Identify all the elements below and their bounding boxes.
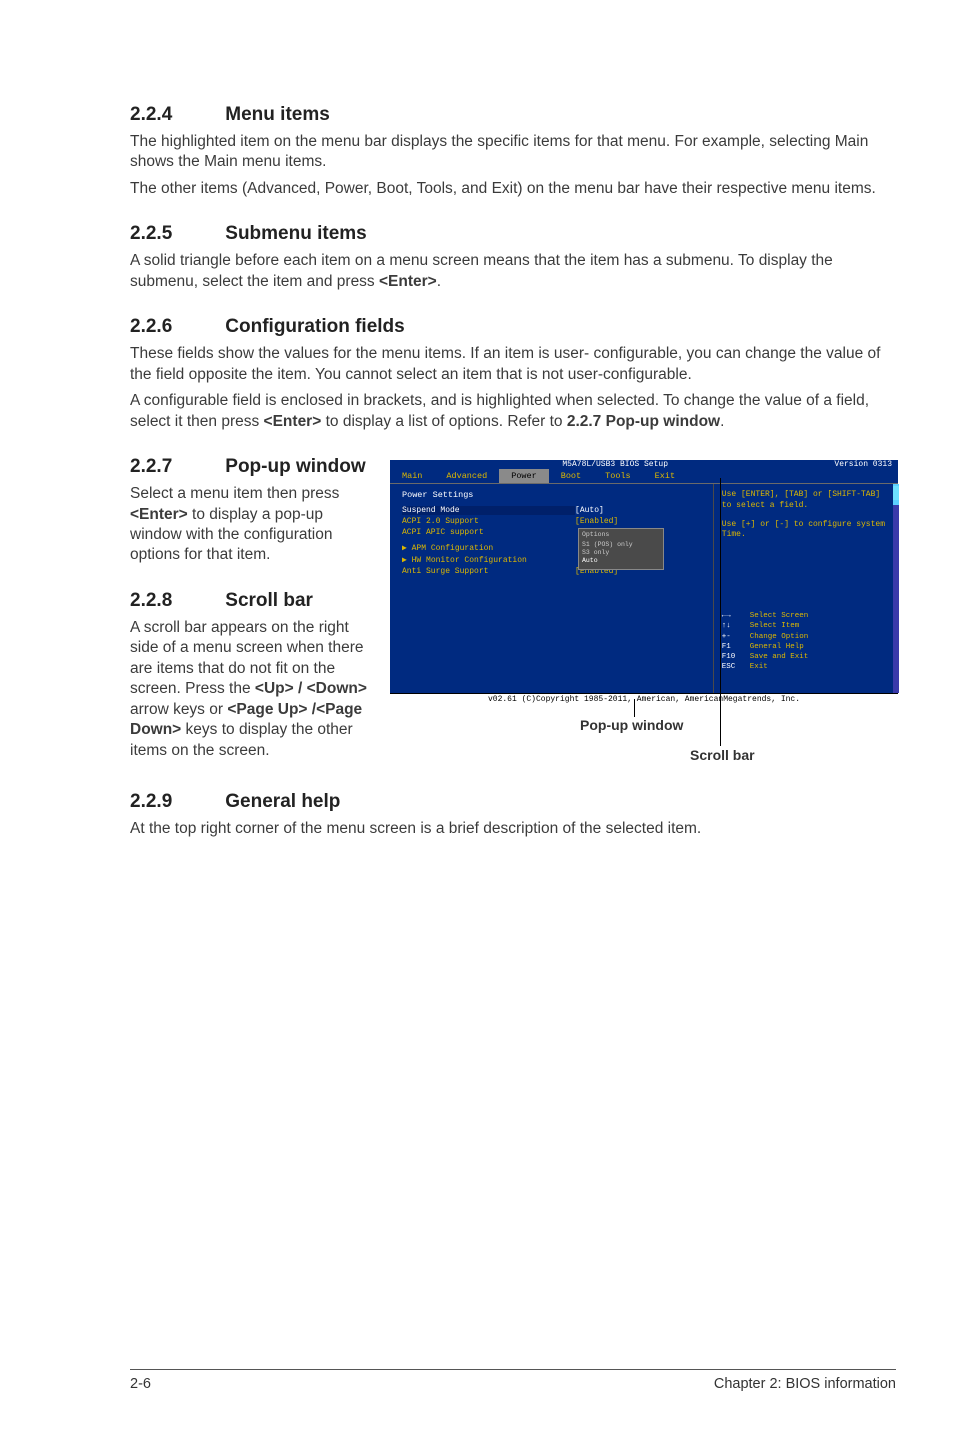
paragraph: Select a menu item then press <Enter> to… — [130, 484, 376, 566]
bios-help-text: Use [ENTER], [TAB] or [SHIFT-TAB] to sel… — [722, 490, 890, 512]
callout-container: Pop-up window Scroll bar — [390, 705, 898, 765]
callout-line — [634, 699, 635, 717]
heading-224: 2.2.4 Menu items — [130, 104, 896, 126]
paragraph: The other items (Advanced, Power, Boot, … — [130, 179, 896, 199]
bios-menu-advanced[interactable]: Advanced — [434, 469, 499, 483]
page-footer: 2-6 Chapter 2: BIOS information — [0, 1369, 954, 1392]
popup-option[interactable]: Auto — [582, 557, 660, 565]
bios-help-panel: Use [ENTER], [TAB] or [SHIFT-TAB] to sel… — [713, 484, 898, 693]
bios-row[interactable]: Suspend Mode[Auto] — [402, 506, 705, 515]
paragraph: These fields show the values for the men… — [130, 344, 896, 385]
bios-titlebar: M5A78L/USB3 BIOS Setup Version 0313 — [390, 460, 898, 469]
bios-menu-exit[interactable]: Exit — [643, 469, 687, 483]
bios-menubar: Main Advanced Power Boot Tools Exit — [390, 469, 898, 483]
chapter-label: Chapter 2: BIOS information — [714, 1376, 896, 1392]
heading-num: 2.2.6 — [130, 316, 220, 338]
bios-left-panel: Power Settings Suspend Mode[Auto] ACPI 2… — [390, 484, 713, 693]
bios-nav-keys: ←→Select Screen ↑↓Select Item +-Change O… — [722, 611, 890, 672]
paragraph: A scroll bar appears on the right side o… — [130, 618, 376, 761]
bios-copyright: v02.61 (C)Copyright 1985-2011, American,… — [390, 693, 898, 705]
callout-scrollbar: Scroll bar — [690, 747, 755, 763]
heading-title: Scroll bar — [225, 590, 313, 611]
popup-option[interactable]: S3 only — [582, 549, 660, 557]
bios-panel-header: Power Settings — [402, 490, 705, 500]
callout-popup: Pop-up window — [580, 717, 683, 733]
heading-229: 2.2.9 General help — [130, 791, 896, 813]
heading-226: 2.2.6 Configuration fields — [130, 316, 896, 338]
heading-title: Submenu items — [225, 223, 366, 244]
heading-num: 2.2.7 — [130, 456, 220, 478]
popup-title: Options — [582, 531, 660, 539]
heading-title: Pop-up window — [225, 456, 365, 477]
bios-menu-power[interactable]: Power — [499, 469, 549, 483]
heading-num: 2.2.9 — [130, 791, 220, 813]
bios-help-text: Use [+] or [-] to configure system Time. — [722, 520, 890, 542]
bios-body: Power Settings Suspend Mode[Auto] ACPI 2… — [390, 483, 898, 693]
scrollbar-thumb[interactable] — [893, 486, 899, 500]
bios-screenshot: M5A78L/USB3 BIOS Setup Version 0313 Main… — [390, 460, 898, 705]
bios-row[interactable]: ACPI 2.0 Support[Enabled] — [402, 517, 705, 526]
bios-scrollbar[interactable] — [893, 484, 899, 693]
callout-line — [720, 478, 721, 746]
heading-title: Configuration fields — [225, 316, 404, 337]
page-number: 2-6 — [130, 1376, 151, 1392]
heading-228: 2.2.8 Scroll bar — [130, 590, 376, 612]
heading-title: Menu items — [225, 104, 330, 125]
paragraph: A solid triangle before each item on a m… — [130, 251, 896, 292]
paragraph: At the top right corner of the menu scre… — [130, 819, 896, 839]
popup-option[interactable]: S1 (POS) only — [582, 541, 660, 549]
heading-num: 2.2.4 — [130, 104, 220, 126]
bios-menu-main[interactable]: Main — [390, 469, 434, 483]
bios-popup[interactable]: Options S1 (POS) only S3 only Auto — [578, 528, 664, 570]
heading-225: 2.2.5 Submenu items — [130, 223, 896, 245]
paragraph: The highlighted item on the menu bar dis… — [130, 132, 896, 173]
heading-num: 2.2.8 — [130, 590, 220, 612]
heading-227: 2.2.7 Pop-up window — [130, 456, 376, 478]
paragraph: A configurable field is enclosed in brac… — [130, 391, 896, 432]
heading-title: General help — [225, 791, 340, 812]
bios-menu-tools[interactable]: Tools — [593, 469, 643, 483]
heading-num: 2.2.5 — [130, 223, 220, 245]
bios-menu-boot[interactable]: Boot — [549, 469, 593, 483]
